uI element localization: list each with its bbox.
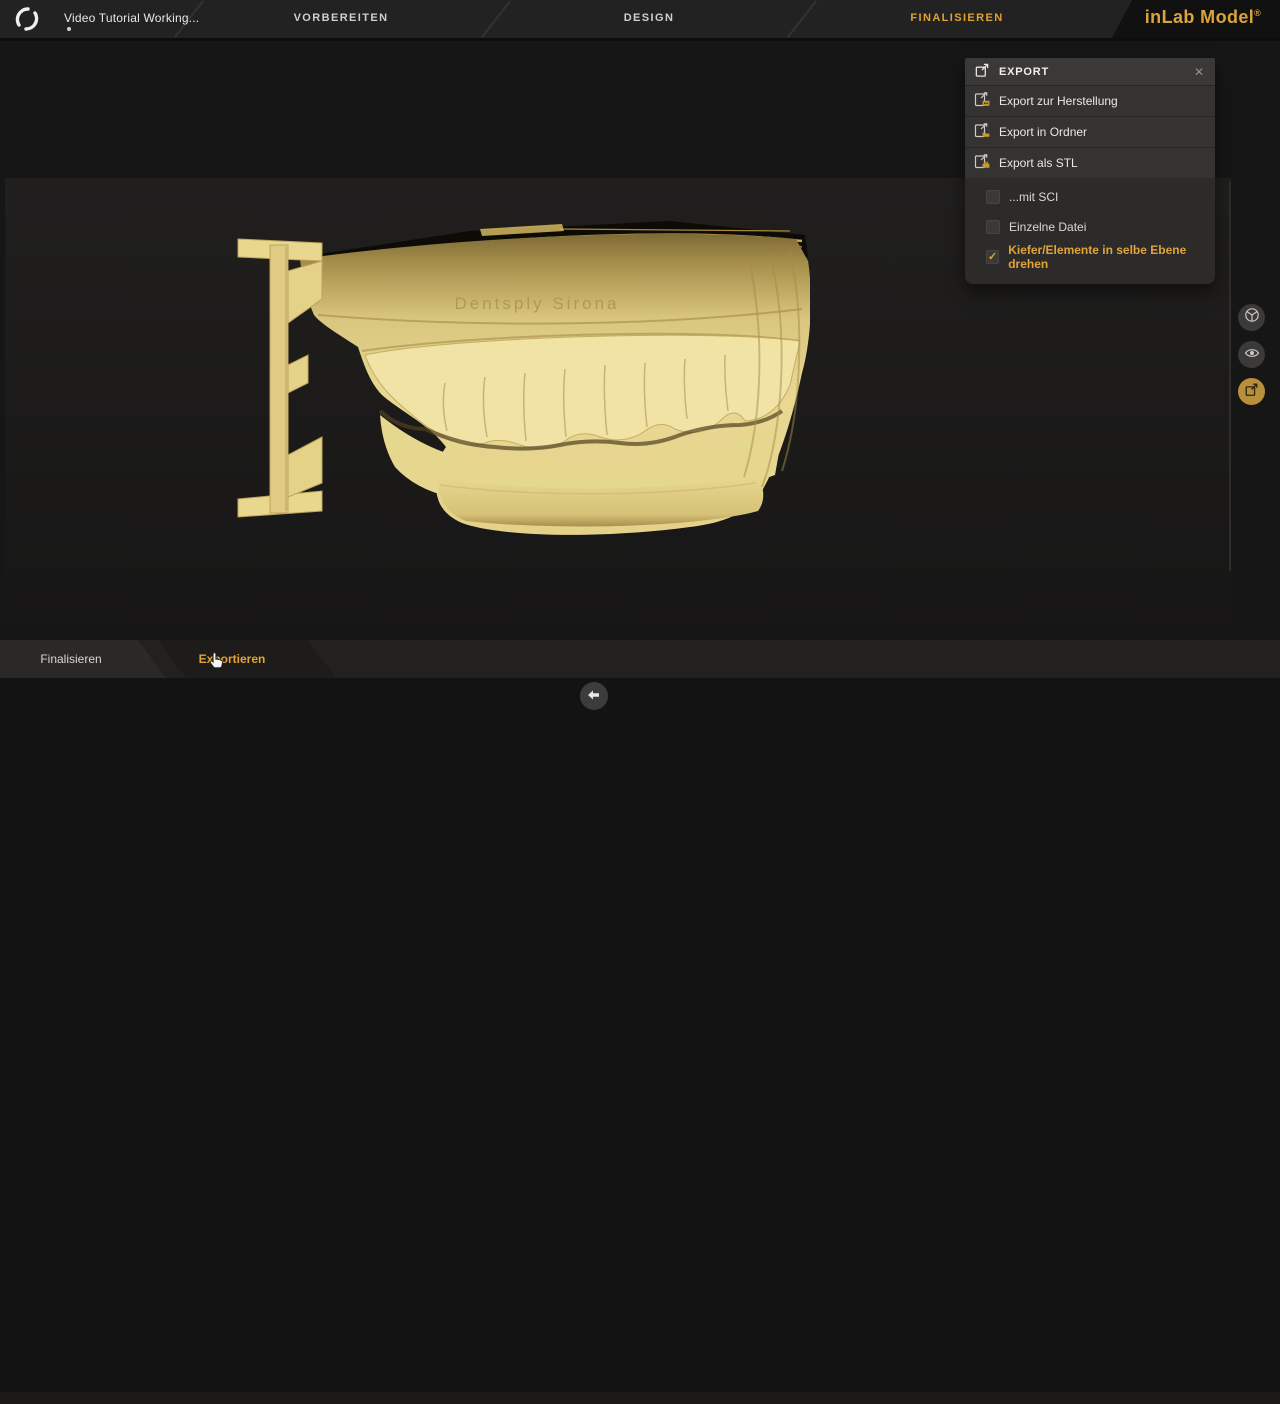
bottom-tab-exportieren[interactable]: Exportieren (150, 640, 350, 678)
app-title: inLab Model® (1145, 7, 1261, 28)
close-icon[interactable]: ✕ (1192, 65, 1206, 79)
checkbox-box[interactable]: ✓ (986, 250, 999, 264)
project-modified-dot (67, 27, 71, 31)
eye-icon (1244, 346, 1260, 364)
dental-model-3d[interactable]: Dentsply Sirona (230, 215, 810, 545)
checkbox-kiefer-ebene[interactable]: ✓ Kiefer/Elemente in selbe Ebene drehen (965, 242, 1215, 272)
export-to-production-item[interactable]: Export zur Herstellung (965, 85, 1215, 116)
articulator-bracket (238, 239, 322, 517)
export-toggle-button[interactable] (1238, 378, 1265, 405)
phase-tab-finalisieren[interactable]: FINALISIEREN (910, 12, 1003, 24)
view-cube-icon (1244, 307, 1260, 328)
bottom-tab-finalisieren[interactable]: Finalisieren (0, 640, 170, 678)
export-icon (974, 62, 990, 81)
bottom-tab-strip: Finalisieren Exportieren (0, 640, 1280, 678)
project-name[interactable]: Video Tutorial Working... (64, 11, 199, 25)
view-orientation-button[interactable] (1238, 304, 1265, 331)
export-to-folder-icon (974, 122, 991, 142)
checkbox-label: Einzelne Datei (1009, 220, 1086, 234)
back-arrow-icon (588, 687, 600, 705)
checkbox-box[interactable] (986, 220, 1000, 234)
checkbox-box[interactable] (986, 190, 1000, 204)
model-engraving: Dentsply Sirona (454, 294, 619, 313)
top-bar: Video Tutorial Working... VORBEREITEN DE… (0, 0, 1280, 38)
checkbox-label: ...mit SCI (1009, 190, 1058, 204)
header-divider (787, 0, 817, 37)
viewport-right-edge (1229, 181, 1231, 571)
export-as-stl-icon (974, 153, 991, 173)
phase-tab-design[interactable]: DESIGN (624, 12, 675, 24)
export-panel-header: EXPORT ✕ (965, 58, 1215, 85)
visibility-button[interactable] (1238, 341, 1265, 368)
export-item-label: Export als STL (999, 156, 1078, 170)
export-item-label: Export in Ordner (999, 125, 1087, 139)
export-options: ...mit SCI Einzelne Datei ✓ Kiefer/Eleme… (965, 178, 1215, 284)
trademark-symbol: ® (1254, 8, 1261, 18)
header-divider (481, 0, 511, 37)
phase-tab-vorbereiten[interactable]: VORBEREITEN (294, 12, 389, 24)
checkbox-label: Kiefer/Elemente in selbe Ebene drehen (1008, 243, 1215, 271)
bottom-bar-light-strip (0, 1392, 1280, 1404)
check-icon: ✓ (988, 252, 997, 263)
export-panel-title: EXPORT (999, 66, 1192, 78)
sirona-logo[interactable] (13, 5, 41, 33)
export-as-stl-item[interactable]: Export als STL (965, 147, 1215, 178)
export-to-production-icon (974, 91, 991, 111)
export-icon (1244, 382, 1259, 402)
bottom-bar (0, 678, 1280, 726)
export-to-folder-item[interactable]: Export in Ordner (965, 116, 1215, 147)
checkbox-mit-sci[interactable]: ...mit SCI (965, 182, 1215, 212)
export-panel: EXPORT ✕ Export zur Herstellung Export i… (965, 58, 1215, 284)
back-button[interactable] (580, 682, 608, 710)
export-item-label: Export zur Herstellung (999, 94, 1118, 108)
checkbox-einzelne-datei[interactable]: Einzelne Datei (965, 212, 1215, 242)
